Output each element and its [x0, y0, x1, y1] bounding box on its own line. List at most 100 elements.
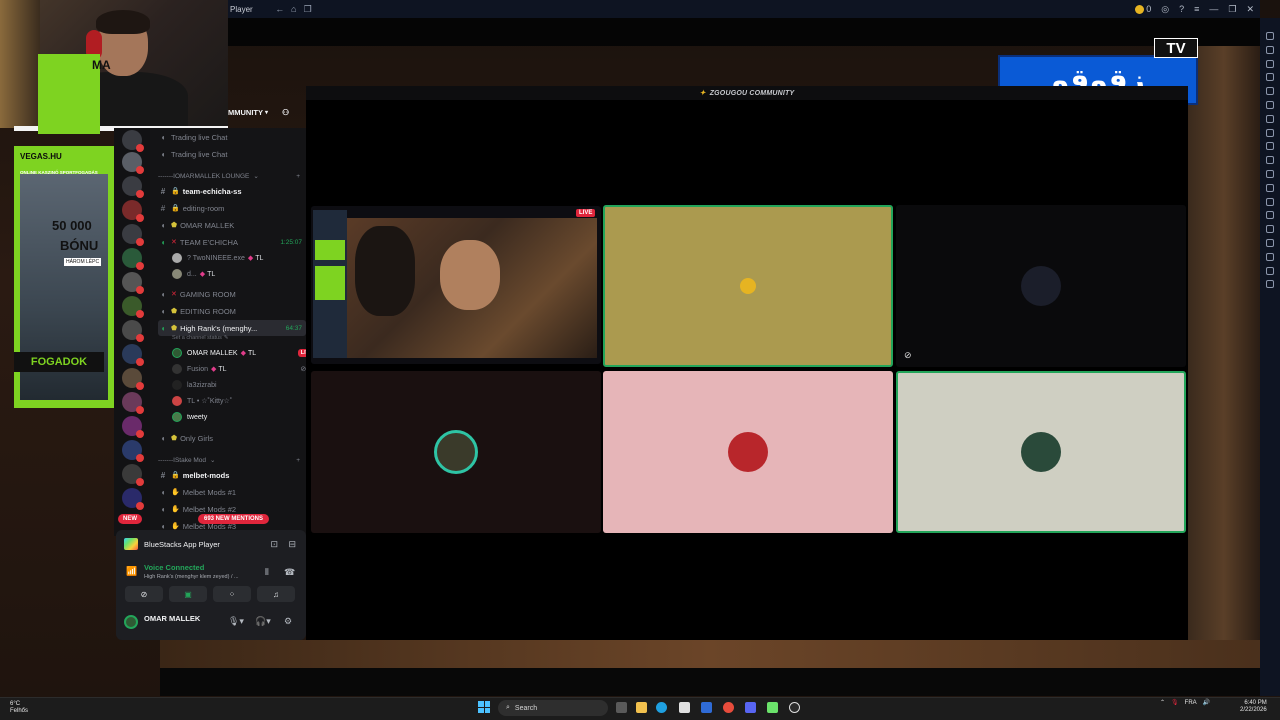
participant-tile[interactable]: [603, 205, 893, 367]
channel-team-echicha[interactable]: ◖ ✕ TEAM E'CHICHA 1:25:07: [158, 234, 306, 250]
media-icon[interactable]: [1266, 128, 1274, 137]
stop-stream-icon[interactable]: ⊟: [288, 539, 296, 550]
server-icon[interactable]: [122, 272, 144, 294]
add-channel-icon[interactable]: +: [296, 173, 300, 180]
voice-channel-label[interactable]: High Rank's (menghyr klem zeyed) / ...: [144, 574, 239, 580]
channel-melbet-mods-1[interactable]: ◖ ✋ Melbet Mods #1: [158, 484, 306, 500]
keyboard-icon[interactable]: [1266, 73, 1274, 82]
voice-user[interactable]: tweety: [172, 409, 306, 425]
channel-trading-live-chat[interactable]: ◖ Trading live Chat: [158, 129, 306, 145]
server-icon[interactable]: [122, 248, 144, 270]
server-icon[interactable]: [122, 416, 144, 438]
multi-instance-icon[interactable]: [1266, 156, 1274, 165]
disconnect-icon[interactable]: ☎: [284, 567, 295, 578]
server-icon[interactable]: [122, 200, 144, 222]
user-avatar[interactable]: [124, 615, 138, 629]
microphone-icon[interactable]: 🎙▾: [228, 616, 244, 627]
coins-counter[interactable]: 0: [1134, 4, 1151, 15]
signal-icon[interactable]: 📶: [126, 566, 137, 577]
channel-melbet-mods[interactable]: # 🔒 melbet-mods: [158, 467, 306, 483]
server-icon[interactable]: [122, 176, 144, 198]
back-icon[interactable]: ←: [273, 4, 287, 14]
channel-editing-room[interactable]: # 🔒 editing-room: [158, 200, 306, 216]
category-lounge[interactable]: -------IOMARMALLEK LOUNGE ⌄ +: [158, 168, 306, 184]
activities-button[interactable]: ⁘: [213, 586, 251, 602]
game-controls-icon[interactable]: [1266, 87, 1274, 96]
task-view-icon[interactable]: [616, 702, 627, 713]
server-icon[interactable]: [122, 488, 144, 510]
eco-mode-icon[interactable]: [1266, 225, 1274, 234]
home-icon[interactable]: ⌂: [287, 4, 301, 14]
taskbar-search[interactable]: ⌕ Search: [498, 700, 608, 716]
channel-status[interactable]: Set a channel status ✎: [172, 333, 306, 343]
multi-instance-icon[interactable]: ❐: [301, 4, 315, 15]
server-icon[interactable]: [122, 152, 144, 174]
weather-widget[interactable]: 6°C Felhős: [10, 701, 28, 715]
server-header[interactable]: MMUNITY ▾ ⚇: [228, 104, 306, 120]
bluestacks-icon[interactable]: [767, 702, 778, 713]
screenshot-icon[interactable]: [1266, 100, 1274, 109]
chevron-up-icon[interactable]: ⌃: [1160, 699, 1165, 706]
server-icon[interactable]: [122, 344, 144, 366]
clock[interactable]: 6:40 PM 2/22/2026: [1240, 700, 1267, 714]
macro-icon[interactable]: [1266, 142, 1274, 151]
shake-icon[interactable]: [1266, 183, 1274, 192]
delete-icon[interactable]: [1266, 252, 1274, 261]
menu-icon[interactable]: ≡: [1194, 4, 1199, 14]
username[interactable]: OMAR MALLEK: [144, 614, 200, 623]
participant-tile[interactable]: [603, 371, 893, 533]
settings-icon[interactable]: [1266, 266, 1274, 275]
language-indicator[interactable]: FRA: [1185, 700, 1197, 706]
channel-team-echicha-ss[interactable]: # 🔒 team-echicha-ss: [158, 183, 306, 199]
participant-tile[interactable]: [896, 371, 1186, 533]
obs-icon[interactable]: [789, 702, 800, 713]
channel-only-girls[interactable]: ◖ ⬟ Only Girls: [158, 430, 306, 446]
server-icon[interactable]: [122, 320, 144, 342]
screen-share-button[interactable]: ▣: [169, 586, 207, 602]
noise-suppression-icon[interactable]: ⫴: [265, 567, 269, 578]
account-icon[interactable]: ◎: [1161, 4, 1169, 15]
server-icon[interactable]: [122, 130, 144, 152]
channel-omar-mallek[interactable]: ◖ ⬟ OMAR MALLEK: [158, 217, 306, 233]
camera-button[interactable]: ⊘: [125, 586, 163, 602]
invite-icon[interactable]: ⚇: [282, 108, 289, 117]
chrome-icon[interactable]: [723, 702, 734, 713]
store-icon[interactable]: [679, 702, 690, 713]
channel-gaming-room[interactable]: ◖ ✕ GAMING ROOM: [158, 286, 306, 302]
server-icon[interactable]: [122, 224, 144, 246]
location-icon[interactable]: [1266, 197, 1274, 206]
voice-user[interactable]: ? TwoNINEEE.exe ◆ TL: [172, 250, 306, 266]
minimize-icon[interactable]: —: [1209, 4, 1218, 14]
volume-icon[interactable]: [1266, 45, 1274, 54]
voice-user[interactable]: TL • ☆˚Kitty☆˚: [172, 393, 306, 409]
start-button[interactable]: [478, 701, 490, 713]
participant-tile[interactable]: [311, 371, 601, 533]
server-icon[interactable]: [122, 440, 144, 462]
voice-user[interactable]: Fusion◆TL⊘ ⊘: [172, 361, 306, 377]
maximize-icon[interactable]: ❐: [1228, 4, 1236, 15]
channel-editing-room-voice[interactable]: ◖ ⬟ EDITING ROOM: [158, 303, 306, 319]
folder-icon[interactable]: [1266, 211, 1274, 220]
gear-icon[interactable]: ⚙: [284, 616, 292, 627]
file-explorer-icon[interactable]: [636, 702, 647, 713]
rotate-icon[interactable]: [1266, 169, 1274, 178]
ad-cta-button[interactable]: FOGADOK: [14, 352, 104, 372]
help-icon[interactable]: ?: [1179, 4, 1184, 14]
soundboard-button[interactable]: ♫: [257, 586, 295, 602]
category-stake-mod[interactable]: -------IStake Mod ⌄ +: [158, 452, 306, 468]
headphones-icon[interactable]: 🎧▾: [255, 616, 271, 627]
new-pill[interactable]: NEW: [118, 514, 142, 524]
close-icon[interactable]: ✕: [1246, 4, 1254, 15]
voice-user[interactable]: d... ◆ TL: [172, 266, 306, 282]
voice-user-omar[interactable]: OMAR MALLEK◆TLLIVE: [172, 345, 306, 361]
discord-icon[interactable]: [745, 702, 756, 713]
record-icon[interactable]: [1266, 114, 1274, 123]
server-icon[interactable]: [122, 368, 144, 390]
volume-icon[interactable]: [1266, 32, 1274, 40]
video-icon[interactable]: [1266, 59, 1274, 68]
channel-trading-live-chat[interactable]: ◖ Trading live Chat: [158, 146, 306, 162]
new-mentions-pill[interactable]: 693 NEW MENTIONS: [198, 514, 270, 524]
mail-icon[interactable]: [701, 702, 712, 713]
speaker-icon[interactable]: 🔊: [1203, 699, 1210, 706]
voice-user[interactable]: la3zizrabi: [172, 377, 306, 393]
